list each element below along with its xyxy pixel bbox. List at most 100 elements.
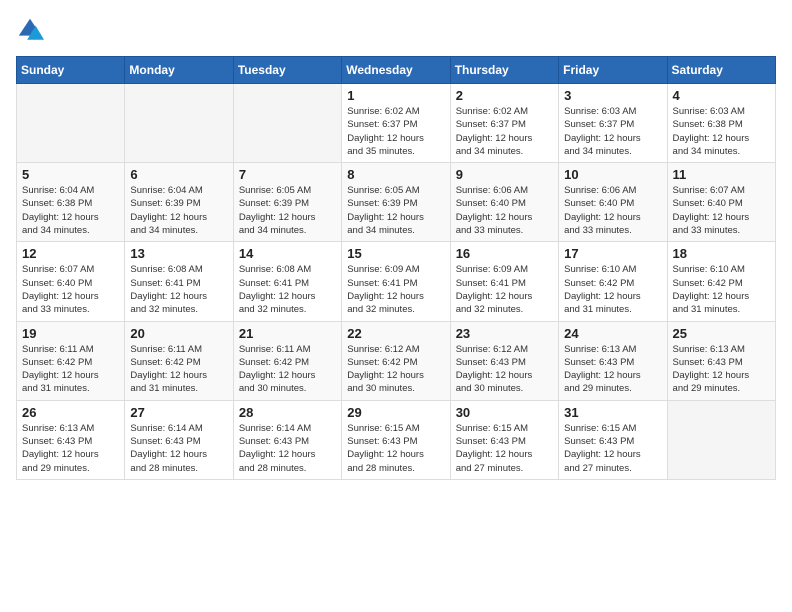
day-info: Sunrise: 6:11 AMSunset: 6:42 PMDaylight:… xyxy=(22,343,119,396)
page-header xyxy=(16,16,776,44)
day-header-sunday: Sunday xyxy=(17,57,125,84)
calendar-cell: 11Sunrise: 6:07 AMSunset: 6:40 PMDayligh… xyxy=(667,163,775,242)
day-info: Sunrise: 6:06 AMSunset: 6:40 PMDaylight:… xyxy=(456,184,553,237)
day-number: 29 xyxy=(347,405,444,420)
day-number: 31 xyxy=(564,405,661,420)
day-info: Sunrise: 6:04 AMSunset: 6:39 PMDaylight:… xyxy=(130,184,227,237)
calendar-cell: 23 Sunrise: 6:12 AMSunset: 6:43 PMDayligh… xyxy=(450,321,558,400)
calendar-cell: 17 Sunrise: 6:10 AMSunset: 6:42 PMDayligh… xyxy=(559,242,667,321)
calendar-cell xyxy=(667,400,775,479)
day-number: 1 xyxy=(347,88,444,103)
day-number: 16 xyxy=(456,246,553,261)
calendar-cell: 4 Sunrise: 6:03 AMSunset: 6:38 PMDaylight… xyxy=(667,84,775,163)
calendar-cell: 22 Sunrise: 6:12 AMSunset: 6:42 PMDayligh… xyxy=(342,321,450,400)
day-header-wednesday: Wednesday xyxy=(342,57,450,84)
day-info: Sunrise: 6:12 AMSunset: 6:42 PMDaylight:… xyxy=(347,343,444,396)
day-number: 30 xyxy=(456,405,553,420)
calendar-cell: 9Sunrise: 6:06 AMSunset: 6:40 PMDaylight… xyxy=(450,163,558,242)
day-info: Sunrise: 6:03 AMSunset: 6:38 PMDaylight:… xyxy=(673,105,770,158)
calendar-cell: 3Sunrise: 6:03 AMSunset: 6:37 PMDaylight… xyxy=(559,84,667,163)
day-info: Sunrise: 6:15 AMSunset: 6:43 PMDaylight:… xyxy=(564,422,661,475)
day-info: Sunrise: 6:11 AMSunset: 6:42 PMDaylight:… xyxy=(130,343,227,396)
day-number: 3 xyxy=(564,88,661,103)
day-number: 28 xyxy=(239,405,336,420)
day-info: Sunrise: 6:12 AMSunset: 6:43 PMDaylight:… xyxy=(456,343,553,396)
day-number: 6 xyxy=(130,167,227,182)
calendar-table: SundayMondayTuesdayWednesdayThursdayFrid… xyxy=(16,56,776,480)
day-number: 20 xyxy=(130,326,227,341)
day-number: 26 xyxy=(22,405,119,420)
day-info: Sunrise: 6:11 AMSunset: 6:42 PMDaylight:… xyxy=(239,343,336,396)
day-info: Sunrise: 6:07 AMSunset: 6:40 PMDaylight:… xyxy=(673,184,770,237)
day-info: Sunrise: 6:06 AMSunset: 6:40 PMDaylight:… xyxy=(564,184,661,237)
day-number: 27 xyxy=(130,405,227,420)
day-header-monday: Monday xyxy=(125,57,233,84)
calendar-cell: 15 Sunrise: 6:09 AMSunset: 6:41 PMDayligh… xyxy=(342,242,450,321)
calendar-cell: 5 Sunrise: 6:04 AMSunset: 6:38 PMDaylight… xyxy=(17,163,125,242)
day-number: 18 xyxy=(673,246,770,261)
day-number: 12 xyxy=(22,246,119,261)
calendar-cell: 7 Sunrise: 6:05 AMSunset: 6:39 PMDaylight… xyxy=(233,163,341,242)
calendar-week-row: 1Sunrise: 6:02 AMSunset: 6:37 PMDaylight… xyxy=(17,84,776,163)
calendar-cell: 20 Sunrise: 6:11 AMSunset: 6:42 PMDayligh… xyxy=(125,321,233,400)
day-info: Sunrise: 6:08 AMSunset: 6:41 PMDaylight:… xyxy=(239,263,336,316)
calendar-week-row: 5 Sunrise: 6:04 AMSunset: 6:38 PMDaylight… xyxy=(17,163,776,242)
day-header-tuesday: Tuesday xyxy=(233,57,341,84)
day-number: 22 xyxy=(347,326,444,341)
day-info: Sunrise: 6:15 AMSunset: 6:43 PMDaylight:… xyxy=(456,422,553,475)
day-header-saturday: Saturday xyxy=(667,57,775,84)
calendar-cell: 29 Sunrise: 6:15 AMSunset: 6:43 PMDayligh… xyxy=(342,400,450,479)
day-number: 25 xyxy=(673,326,770,341)
calendar-cell: 19Sunrise: 6:11 AMSunset: 6:42 PMDayligh… xyxy=(17,321,125,400)
day-number: 15 xyxy=(347,246,444,261)
day-number: 8 xyxy=(347,167,444,182)
calendar-cell: 28 Sunrise: 6:14 AMSunset: 6:43 PMDayligh… xyxy=(233,400,341,479)
calendar-cell: 10 Sunrise: 6:06 AMSunset: 6:40 PMDayligh… xyxy=(559,163,667,242)
day-info: Sunrise: 6:13 AMSunset: 6:43 PMDaylight:… xyxy=(673,343,770,396)
day-info: Sunrise: 6:08 AMSunset: 6:41 PMDaylight:… xyxy=(130,263,227,316)
day-number: 4 xyxy=(673,88,770,103)
calendar-cell: 8 Sunrise: 6:05 AMSunset: 6:39 PMDaylight… xyxy=(342,163,450,242)
day-info: Sunrise: 6:05 AMSunset: 6:39 PMDaylight:… xyxy=(347,184,444,237)
day-info: Sunrise: 6:14 AMSunset: 6:43 PMDaylight:… xyxy=(239,422,336,475)
day-number: 14 xyxy=(239,246,336,261)
day-info: Sunrise: 6:09 AMSunset: 6:41 PMDaylight:… xyxy=(347,263,444,316)
day-number: 7 xyxy=(239,167,336,182)
day-header-thursday: Thursday xyxy=(450,57,558,84)
logo xyxy=(16,16,48,44)
calendar-week-row: 12Sunrise: 6:07 AMSunset: 6:40 PMDayligh… xyxy=(17,242,776,321)
day-number: 17 xyxy=(564,246,661,261)
day-number: 21 xyxy=(239,326,336,341)
day-info: Sunrise: 6:14 AMSunset: 6:43 PMDaylight:… xyxy=(130,422,227,475)
calendar-cell: 27 Sunrise: 6:14 AMSunset: 6:43 PMDayligh… xyxy=(125,400,233,479)
logo-icon xyxy=(16,16,44,44)
day-info: Sunrise: 6:10 AMSunset: 6:42 PMDaylight:… xyxy=(673,263,770,316)
calendar-cell: 13 Sunrise: 6:08 AMSunset: 6:41 PMDayligh… xyxy=(125,242,233,321)
day-info: Sunrise: 6:04 AMSunset: 6:38 PMDaylight:… xyxy=(22,184,119,237)
calendar-cell: 30 Sunrise: 6:15 AMSunset: 6:43 PMDayligh… xyxy=(450,400,558,479)
day-info: Sunrise: 6:15 AMSunset: 6:43 PMDaylight:… xyxy=(347,422,444,475)
day-info: Sunrise: 6:13 AMSunset: 6:43 PMDaylight:… xyxy=(22,422,119,475)
calendar-cell: 2Sunrise: 6:02 AMSunset: 6:37 PMDaylight… xyxy=(450,84,558,163)
calendar-cell xyxy=(233,84,341,163)
day-number: 10 xyxy=(564,167,661,182)
calendar-cell: 16 Sunrise: 6:09 AMSunset: 6:41 PMDayligh… xyxy=(450,242,558,321)
calendar-cell: 24Sunrise: 6:13 AMSunset: 6:43 PMDayligh… xyxy=(559,321,667,400)
day-header-friday: Friday xyxy=(559,57,667,84)
day-info: Sunrise: 6:05 AMSunset: 6:39 PMDaylight:… xyxy=(239,184,336,237)
calendar-cell xyxy=(125,84,233,163)
calendar-cell: 31 Sunrise: 6:15 AMSunset: 6:43 PMDayligh… xyxy=(559,400,667,479)
day-number: 13 xyxy=(130,246,227,261)
calendar-cell: 12Sunrise: 6:07 AMSunset: 6:40 PMDayligh… xyxy=(17,242,125,321)
calendar-cell: 25 Sunrise: 6:13 AMSunset: 6:43 PMDayligh… xyxy=(667,321,775,400)
day-number: 5 xyxy=(22,167,119,182)
day-number: 23 xyxy=(456,326,553,341)
day-info: Sunrise: 6:13 AMSunset: 6:43 PMDaylight:… xyxy=(564,343,661,396)
calendar-cell: 1Sunrise: 6:02 AMSunset: 6:37 PMDaylight… xyxy=(342,84,450,163)
day-info: Sunrise: 6:09 AMSunset: 6:41 PMDaylight:… xyxy=(456,263,553,316)
calendar-week-row: 19Sunrise: 6:11 AMSunset: 6:42 PMDayligh… xyxy=(17,321,776,400)
calendar-week-row: 26 Sunrise: 6:13 AMSunset: 6:43 PMDayligh… xyxy=(17,400,776,479)
day-info: Sunrise: 6:10 AMSunset: 6:42 PMDaylight:… xyxy=(564,263,661,316)
calendar-header-row: SundayMondayTuesdayWednesdayThursdayFrid… xyxy=(17,57,776,84)
calendar-cell: 18 Sunrise: 6:10 AMSunset: 6:42 PMDayligh… xyxy=(667,242,775,321)
